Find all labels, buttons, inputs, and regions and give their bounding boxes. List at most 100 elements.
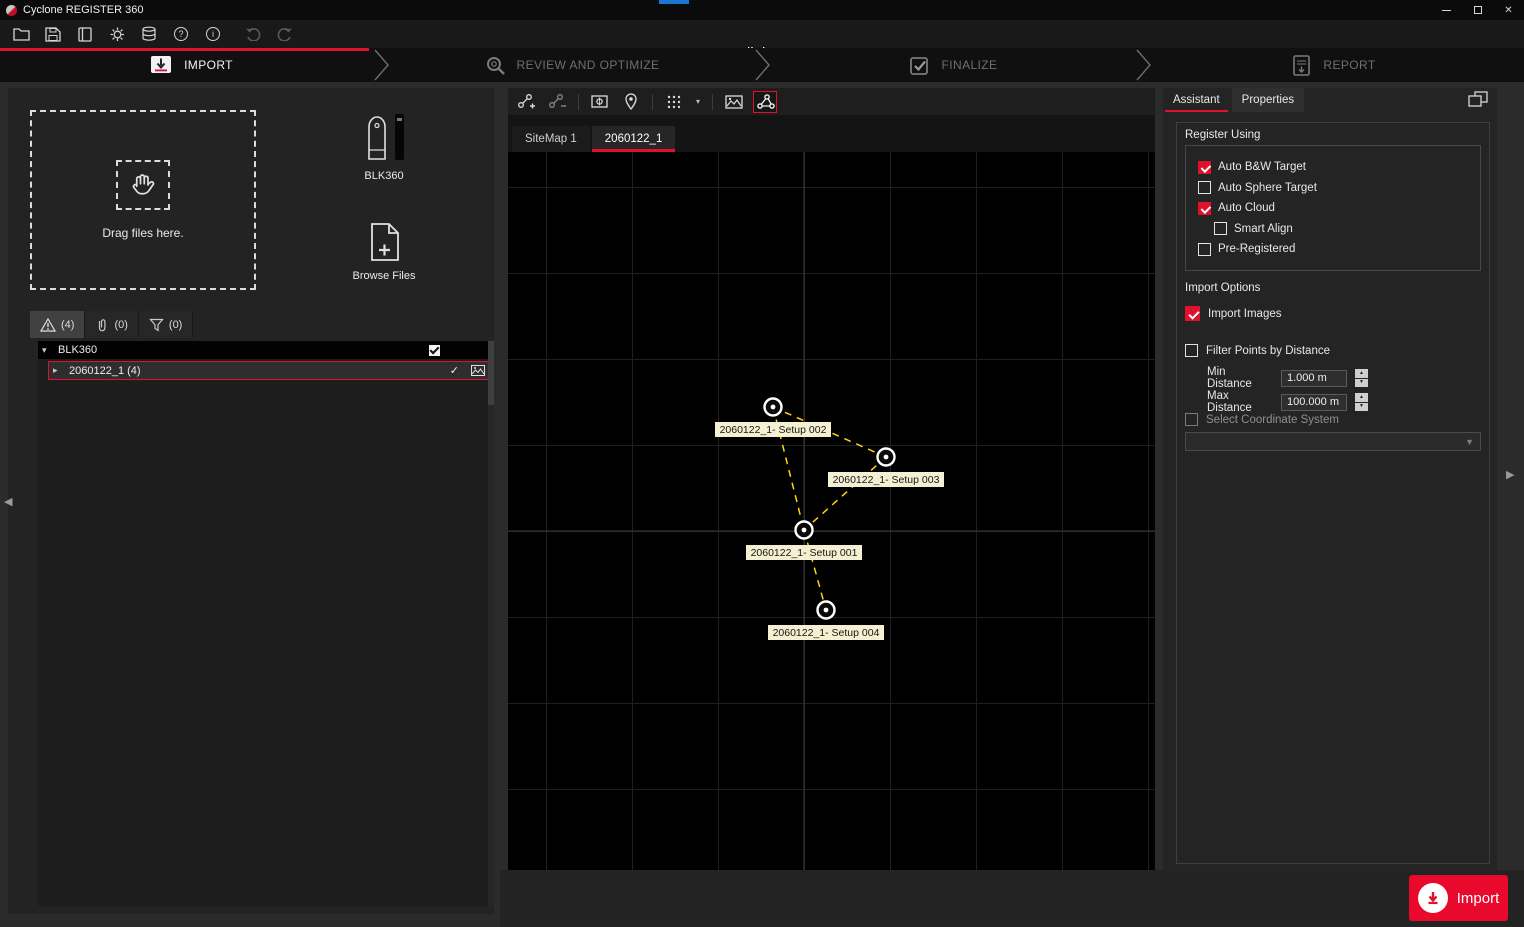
pre-registered-checkbox[interactable] bbox=[1198, 243, 1211, 256]
attachments-tab[interactable]: (0) bbox=[85, 311, 138, 338]
auto-sphere-target-checkbox[interactable] bbox=[1198, 181, 1211, 194]
warning-icon bbox=[40, 318, 56, 332]
side-panel-tabs: Assistant Properties bbox=[1163, 88, 1306, 112]
blk360-dropdown-strip[interactable] bbox=[395, 114, 404, 160]
info-icon[interactable]: i bbox=[204, 25, 222, 43]
pano-view-icon[interactable] bbox=[722, 91, 746, 113]
tree-row-dataset[interactable]: ▸ 2060122_1 (4) ✓ bbox=[48, 361, 490, 380]
auto-bw-target-checkbox[interactable] bbox=[1198, 161, 1211, 174]
app-logo-icon bbox=[6, 5, 17, 16]
add-link-icon[interactable] bbox=[514, 91, 538, 113]
browse-files-button[interactable]: Browse Files bbox=[338, 222, 430, 282]
storage-icon[interactable] bbox=[140, 25, 158, 43]
option-select-coordinate-system[interactable]: Select Coordinate System bbox=[1185, 413, 1481, 426]
smart-align-checkbox[interactable] bbox=[1214, 222, 1227, 235]
tree-node-checkbox[interactable] bbox=[429, 345, 440, 356]
tab-properties[interactable]: Properties bbox=[1232, 88, 1304, 112]
import-sources-panel: Drag files here. BLK360 Browse Files (4) bbox=[8, 88, 494, 914]
minimize-icon bbox=[1442, 10, 1451, 11]
workflow-bar: IMPORT REVIEW AND OPTIMIZE FINALIZE REPO… bbox=[0, 48, 1524, 82]
coordinate-system-dropdown[interactable]: ▼ bbox=[1185, 432, 1481, 451]
register-using-title: Register Using bbox=[1185, 129, 1260, 141]
target-image-icon[interactable] bbox=[588, 91, 612, 113]
drag-drop-zone[interactable]: Drag files here. bbox=[30, 110, 256, 290]
setup-node[interactable]: 2060122_1- Setup 002 bbox=[715, 399, 831, 438]
redo-icon[interactable] bbox=[276, 25, 294, 43]
snap-grid-dropdown-caret[interactable]: ▾ bbox=[693, 97, 703, 106]
option-label: Smart Align bbox=[1234, 223, 1293, 235]
workflow-step-import[interactable]: IMPORT bbox=[0, 48, 381, 82]
minimize-button[interactable] bbox=[1431, 0, 1462, 20]
setup-link-line[interactable] bbox=[804, 530, 826, 610]
coordinate-system-checkbox[interactable] bbox=[1185, 413, 1198, 426]
option-import-images[interactable]: Import Images bbox=[1185, 306, 1481, 321]
filtered-tab[interactable]: (0) bbox=[139, 311, 193, 338]
snap-grid-icon[interactable] bbox=[662, 91, 686, 113]
tab-label: Properties bbox=[1242, 94, 1294, 106]
option-pre-registered[interactable]: Pre-Registered bbox=[1186, 239, 1480, 260]
collapse-right-panel-arrow[interactable]: ▶ bbox=[1506, 468, 1514, 481]
import-button[interactable]: Import bbox=[1409, 875, 1508, 921]
scrollbar-thumb[interactable] bbox=[488, 341, 494, 405]
setup-node[interactable]: 2060122_1- Setup 004 bbox=[768, 602, 884, 641]
issue-tabs: (4) (0) (0) bbox=[30, 311, 193, 338]
caret-down-icon[interactable]: ▾ bbox=[42, 345, 54, 356]
filter-points-checkbox[interactable] bbox=[1185, 344, 1198, 357]
option-auto-cloud[interactable]: Auto Cloud bbox=[1186, 198, 1480, 219]
close-button[interactable]: ✕ bbox=[1493, 0, 1524, 20]
maximize-button[interactable] bbox=[1462, 0, 1493, 20]
option-smart-align[interactable]: Smart Align bbox=[1186, 219, 1480, 240]
remove-link-icon[interactable] bbox=[545, 91, 569, 113]
import-button-label: Import bbox=[1457, 890, 1500, 907]
import-download-icon bbox=[1418, 883, 1448, 913]
undo-icon[interactable] bbox=[244, 25, 262, 43]
workflow-step-finalize[interactable]: FINALIZE bbox=[762, 48, 1143, 82]
workflow-step-review[interactable]: REVIEW AND OPTIMIZE bbox=[381, 48, 762, 82]
sitemap-toolbar: ▾ bbox=[508, 88, 1155, 115]
import-images-checkbox[interactable] bbox=[1185, 306, 1200, 321]
option-auto-bw-target[interactable]: Auto B&W Target bbox=[1186, 157, 1480, 178]
panel-layout-icon[interactable] bbox=[1467, 90, 1489, 108]
auto-cloud-tool-icon[interactable] bbox=[753, 91, 777, 113]
sitemap-svg: 2060122_1- Setup 002 2060122_1- Setup 003… bbox=[508, 152, 1155, 870]
min-distance-stepper[interactable]: ▲ ▼ bbox=[1355, 369, 1368, 387]
drag-hand-frame bbox=[116, 160, 170, 210]
option-label: Auto B&W Target bbox=[1218, 161, 1306, 173]
import-file-tree: ▾ BLK360 ▸ 2060122_1 (4) ✓ bbox=[38, 341, 490, 906]
setup-link-line[interactable] bbox=[804, 457, 886, 530]
save-project-icon[interactable] bbox=[44, 25, 62, 43]
min-distance-row: Min Distance 1.000 m ▲ ▼ bbox=[1185, 366, 1481, 390]
tab-label: 2060122_1 bbox=[605, 133, 663, 145]
project-library-icon[interactable] bbox=[76, 25, 94, 43]
pano-image-icon[interactable] bbox=[471, 365, 485, 376]
max-distance-input[interactable]: 100.000 m bbox=[1281, 394, 1347, 411]
setup-node[interactable]: 2060122_1- Setup 003 bbox=[828, 449, 944, 488]
option-filter-points[interactable]: Filter Points by Distance bbox=[1185, 344, 1481, 357]
tab-sitemap-1[interactable]: SiteMap 1 bbox=[512, 126, 590, 152]
tab-assistant[interactable]: Assistant bbox=[1163, 88, 1230, 112]
min-distance-input[interactable]: 1.000 m bbox=[1281, 370, 1347, 387]
option-auto-sphere-target[interactable]: Auto Sphere Target bbox=[1186, 178, 1480, 199]
tree-row-blk360[interactable]: ▾ BLK360 bbox=[38, 341, 490, 359]
warnings-tab[interactable]: (4) bbox=[30, 311, 85, 338]
report-step-icon bbox=[1291, 54, 1313, 77]
collapse-left-panel-arrow[interactable]: ◀ bbox=[4, 495, 12, 508]
workflow-step-report[interactable]: REPORT bbox=[1143, 48, 1524, 82]
setup-pin-icon[interactable] bbox=[619, 91, 643, 113]
auto-cloud-checkbox[interactable] bbox=[1198, 202, 1211, 215]
caret-right-icon[interactable]: ▸ bbox=[53, 365, 65, 376]
stepper-up-icon[interactable]: ▲ bbox=[1355, 393, 1368, 402]
help-icon[interactable]: ? bbox=[172, 25, 190, 43]
sitemap-canvas[interactable]: 2060122_1- Setup 002 2060122_1- Setup 003… bbox=[508, 152, 1155, 870]
filtered-count: (0) bbox=[169, 319, 182, 331]
blk360-source[interactable]: BLK360 bbox=[338, 114, 430, 182]
open-project-icon[interactable] bbox=[12, 25, 30, 43]
stepper-down-icon[interactable]: ▼ bbox=[1355, 403, 1368, 412]
max-distance-stepper[interactable]: ▲ ▼ bbox=[1355, 393, 1368, 411]
workflow-step-label: REPORT bbox=[1323, 58, 1375, 72]
stepper-up-icon[interactable]: ▲ bbox=[1355, 369, 1368, 378]
tree-scrollbar[interactable] bbox=[488, 341, 494, 906]
stepper-down-icon[interactable]: ▼ bbox=[1355, 379, 1368, 388]
tab-dataset[interactable]: 2060122_1 bbox=[592, 126, 676, 152]
settings-gear-icon[interactable] bbox=[108, 25, 126, 43]
